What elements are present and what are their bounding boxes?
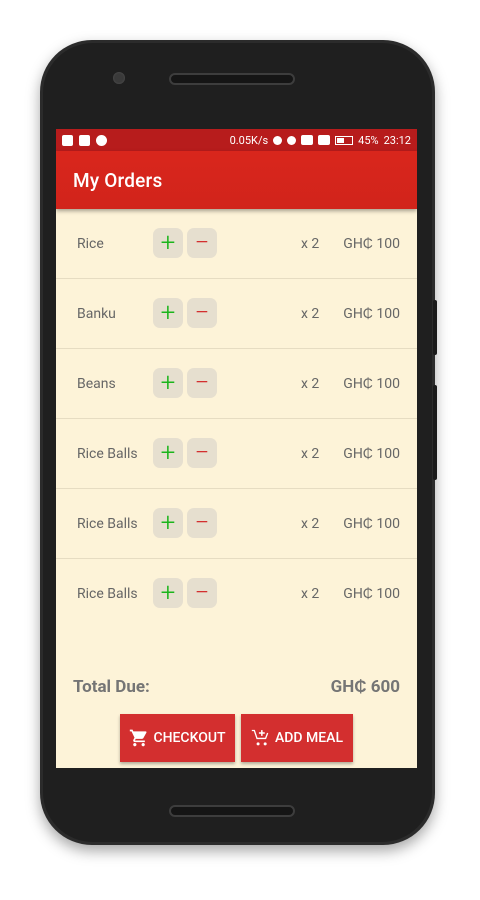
total-value: GH₵ 600 <box>330 677 400 697</box>
checkout-button[interactable]: CHECKOUT <box>120 714 235 762</box>
item-price: GH₵ 100 <box>343 586 400 602</box>
increase-button[interactable]: + <box>153 368 183 398</box>
power-button <box>433 385 437 480</box>
total-label: Total Due: <box>73 677 150 697</box>
whatsapp-icon <box>96 134 107 146</box>
item-price: GH₵ 100 <box>343 306 400 322</box>
cart-icon <box>130 729 147 747</box>
add-to-cart-icon <box>251 729 269 746</box>
item-quantity: x 2 <box>301 375 320 392</box>
battery-level: 45% <box>358 133 379 147</box>
increase-button[interactable]: + <box>153 578 183 608</box>
order-list: Rice + − x 2 GH₵ 100 Banku + − x 2 GH₵ 1… <box>56 209 417 628</box>
order-row: Beans + − x 2 GH₵ 100 <box>56 349 417 419</box>
signal-icon-2 <box>318 135 331 145</box>
item-price: GH₵ 100 <box>343 516 400 532</box>
item-quantity: x 2 <box>301 305 320 322</box>
decrease-button[interactable]: − <box>187 438 217 468</box>
decrease-button[interactable]: − <box>187 298 217 328</box>
earpiece-speaker <box>169 73 295 85</box>
bottom-speaker <box>169 805 295 817</box>
total-due: Total Due: GH₵ 600 <box>73 677 400 697</box>
order-row: Rice Balls + − x 2 GH₵ 100 <box>56 419 417 489</box>
notification-icon <box>273 135 283 145</box>
decrease-button[interactable]: − <box>187 368 217 398</box>
item-name: Rice Balls <box>77 445 138 462</box>
app-bar: My Orders <box>56 151 417 209</box>
add-meal-button[interactable]: ADD MEAL <box>241 714 353 762</box>
shield-icon <box>62 134 73 146</box>
checkout-label: CHECKOUT <box>153 730 226 746</box>
image-icon <box>79 134 90 146</box>
decrease-button[interactable]: − <box>187 508 217 538</box>
decrease-button[interactable]: − <box>187 228 217 258</box>
page-title: My Orders <box>73 168 163 192</box>
item-name: Rice Balls <box>77 515 138 532</box>
increase-button[interactable]: + <box>153 298 183 328</box>
order-row: Banku + − x 2 GH₵ 100 <box>56 279 417 349</box>
item-quantity: x 2 <box>301 585 320 602</box>
order-row: Rice Balls + − x 2 GH₵ 100 <box>56 489 417 559</box>
battery-icon <box>335 135 354 145</box>
item-name: Rice <box>77 235 104 252</box>
item-name: Beans <box>77 375 116 392</box>
item-price: GH₵ 100 <box>343 236 400 252</box>
item-quantity: x 2 <box>301 445 320 462</box>
order-row: Rice Balls + − x 2 GH₵ 100 <box>56 559 417 628</box>
increase-button[interactable]: + <box>153 438 183 468</box>
front-camera <box>113 72 125 84</box>
item-price: GH₵ 100 <box>343 376 400 392</box>
item-quantity: x 2 <box>301 235 320 252</box>
item-quantity: x 2 <box>301 515 320 532</box>
item-price: GH₵ 100 <box>343 446 400 462</box>
add-meal-label: ADD MEAL <box>274 730 344 746</box>
app-screen: 0.05K/s 45% 23:12 My Orders Rice + − x 2… <box>56 129 417 768</box>
order-row: Rice + − x 2 GH₵ 100 <box>56 209 417 279</box>
increase-button[interactable]: + <box>153 508 183 538</box>
increase-button[interactable]: + <box>153 228 183 258</box>
action-buttons: CHECKOUT ADD MEAL <box>120 714 353 762</box>
status-bar: 0.05K/s 45% 23:12 <box>56 129 417 151</box>
clock: 23:12 <box>383 133 411 147</box>
signal-icon <box>301 135 314 145</box>
volume-button <box>433 300 437 355</box>
item-name: Banku <box>77 305 116 322</box>
alarm-icon <box>287 135 297 145</box>
network-speed: 0.05K/s <box>229 133 269 147</box>
item-name: Rice Balls <box>77 585 138 602</box>
decrease-button[interactable]: − <box>187 578 217 608</box>
